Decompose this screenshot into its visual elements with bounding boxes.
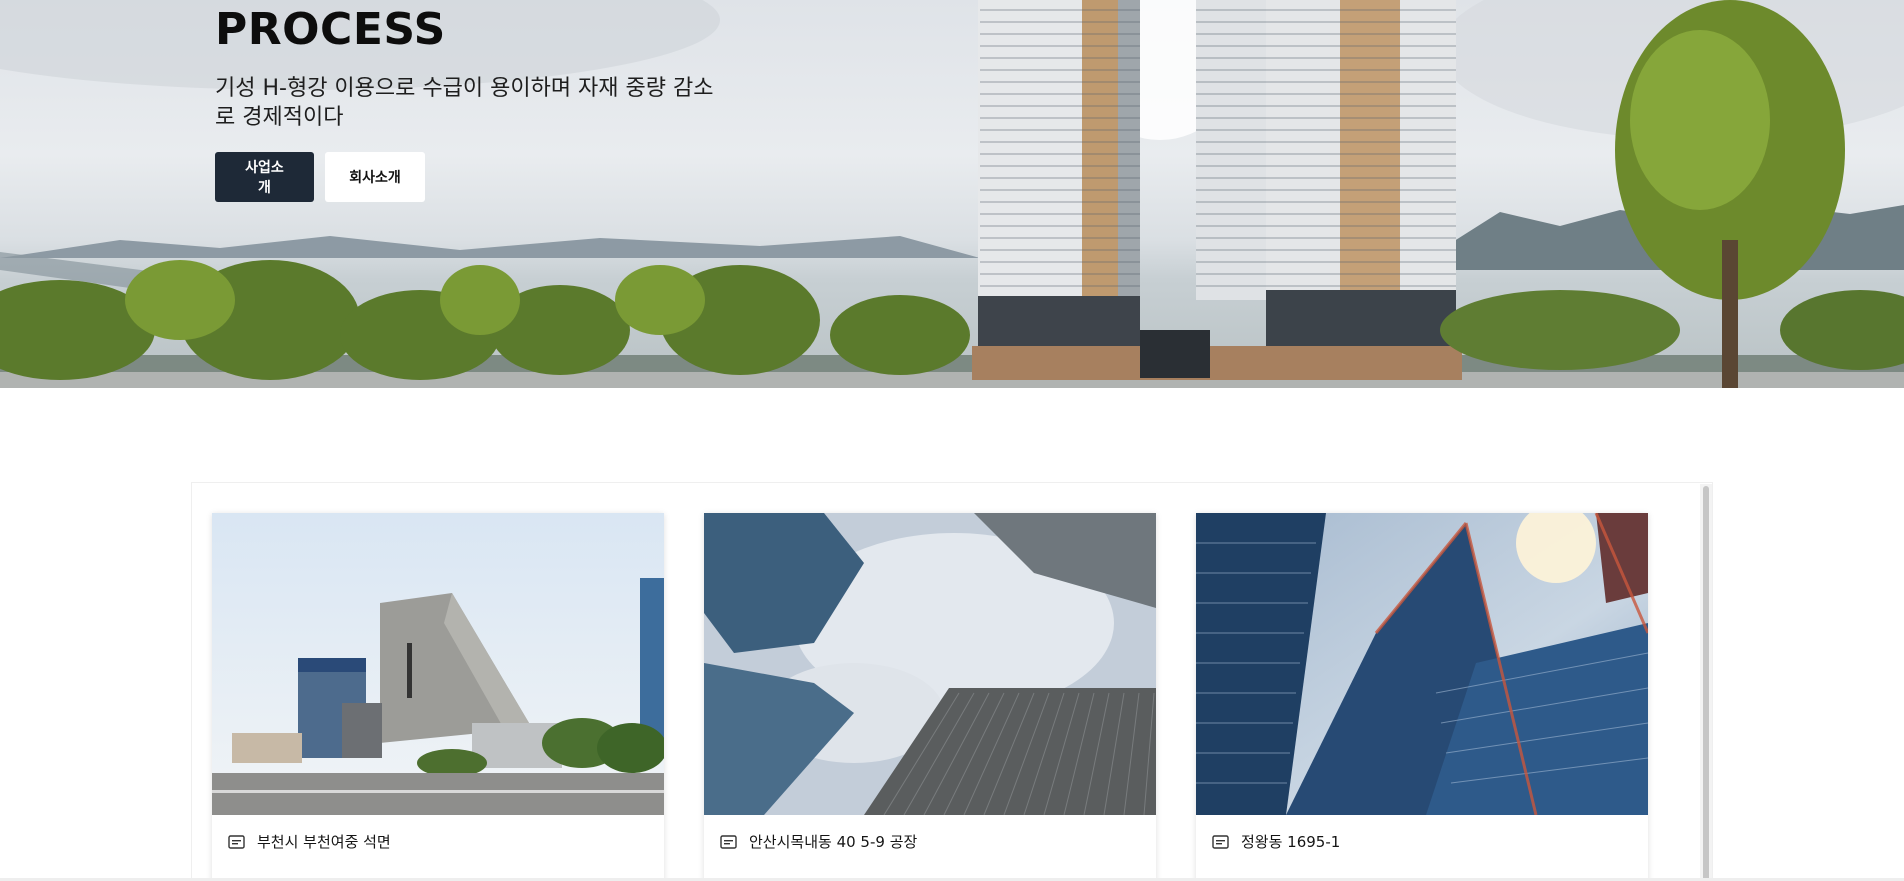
portfolio-card[interactable]: 부천시 부천여중 석면 <box>212 513 664 881</box>
hero-banner: PROCESS 기성 H-형강 이용으로 수급이 용이하며 자재 중량 감소로 … <box>0 0 1904 388</box>
company-intro-button[interactable]: 회사소개 <box>325 152 425 202</box>
hero-title: PROCESS <box>215 4 446 55</box>
card-caption: 정왕동 1695-1 <box>1212 831 1340 852</box>
portfolio-card[interactable]: 안산시목내동 40 5-9 공장 <box>704 513 1156 881</box>
card-image[interactable] <box>1196 513 1648 815</box>
hero-buttons: 사업소개 회사소개 <box>215 152 735 202</box>
card-caption: 부천시 부천여중 석면 <box>228 831 391 852</box>
panel-scrollbar[interactable] <box>1700 484 1712 881</box>
card-image[interactable] <box>212 513 664 815</box>
card-caption: 안산시목내동 40 5-9 공장 <box>720 831 917 852</box>
card-image[interactable] <box>704 513 1156 815</box>
hero-content: PROCESS 기성 H-형강 이용으로 수급이 용이하며 자재 중량 감소로 … <box>215 0 735 202</box>
card-caption-text: 정왕동 1695-1 <box>1241 833 1341 851</box>
id-card-icon <box>228 834 245 849</box>
card-caption-text: 안산시목내동 40 5-9 공장 <box>749 833 918 851</box>
scrollbar-thumb[interactable] <box>1703 486 1709 881</box>
business-intro-button[interactable]: 사업소개 <box>215 152 314 202</box>
id-card-icon <box>720 834 737 849</box>
card-caption-text: 부천시 부천여중 석면 <box>257 833 391 851</box>
hero-subtitle: 기성 H-형강 이용으로 수급이 용이하며 자재 중량 감소로 경제적이다 <box>215 76 714 130</box>
portfolio-card[interactable]: 정왕동 1695-1 <box>1196 513 1648 881</box>
id-card-icon <box>1212 834 1229 849</box>
